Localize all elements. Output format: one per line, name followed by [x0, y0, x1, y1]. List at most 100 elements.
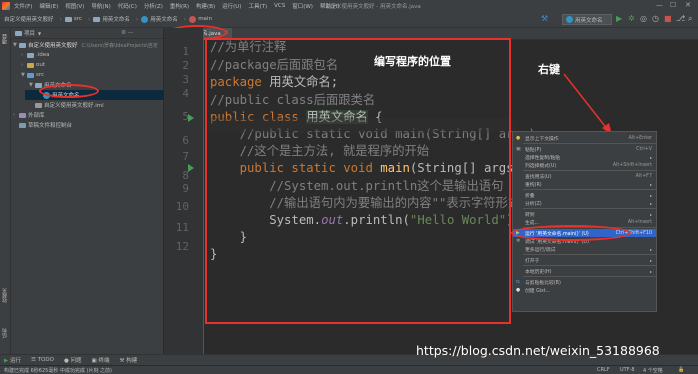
context-open-in[interactable]: 打开于 ▸ — [513, 256, 656, 264]
breadcrumb-src[interactable]: src — [64, 16, 82, 22]
menu-bar: 文件(F) 编辑(E) 视图(V) 导航(N) 代码(C) 分析(Z) 重构(R… — [0, 0, 698, 11]
left-tool-strip: 项目 结构 收藏夹 — [0, 28, 11, 354]
maximize-icon[interactable]: ☐ — [670, 1, 676, 9]
breadcrumb-package[interactable]: 用英文命名 — [93, 15, 130, 23]
project-panel: 项目 ▼ ⚙ — ▼ 自定义使用英文般好 C:\Users\罗森\IdeaPro… — [11, 28, 164, 354]
submenu-arrow-icon: ▸ — [649, 181, 652, 187]
terminal-tool-tab[interactable]: ▣ 终端 — [92, 356, 110, 364]
breadcrumb-separator-icon: › — [87, 15, 91, 23]
menu-run[interactable]: 运行(U) — [222, 2, 241, 10]
context-column-selection[interactable]: 列选择模式(U) Alt+Shift+Insert — [513, 161, 656, 169]
coverage-icon[interactable]: ◎ — [640, 14, 647, 23]
structure-tool-tab[interactable]: 结构 — [1, 328, 8, 338]
submenu-arrow-icon: ▸ — [649, 211, 652, 217]
run-gutter-icon[interactable] — [188, 164, 194, 172]
menu-refactor[interactable]: 重构(R) — [170, 2, 189, 10]
tree-item-out[interactable]: › out — [21, 60, 45, 70]
favorites-tool-tab[interactable]: 收藏夹 — [1, 288, 8, 303]
context-show-actions[interactable]: ● 显示上下文操作 Alt+Enter — [513, 134, 656, 142]
breadcrumb-project[interactable]: 自定义使用英文般好 — [4, 15, 54, 23]
menu-code[interactable]: 代码(C) — [118, 2, 137, 10]
window-title: 自定义使用英文般好 - 用英文命名.java — [325, 4, 421, 10]
context-more-run-debug[interactable]: 更多运行/调试 ▸ — [513, 245, 656, 253]
context-goto[interactable]: 转到 ▸ — [513, 210, 656, 218]
project-tool-tab[interactable]: 项目 — [1, 34, 8, 44]
run-icon[interactable]: ▶ — [616, 14, 622, 23]
todo-tool-tab[interactable]: ☰ TODO — [31, 357, 54, 363]
tree-item-src[interactable]: ▼ src — [21, 70, 44, 80]
project-icon — [15, 30, 22, 36]
tree-item-external-libraries[interactable]: › 外部库 — [13, 110, 45, 120]
menu-tools[interactable]: 工具(T) — [248, 2, 267, 10]
tree-item-idea[interactable]: › .idea — [21, 50, 50, 60]
context-create-gist[interactable]: ● 创建 Gist... — [513, 286, 656, 294]
line-number: 3 — [182, 73, 189, 86]
line-separator-indicator[interactable]: CRLF — [597, 367, 610, 373]
class-icon — [141, 15, 149, 23]
chevron-down-icon[interactable]: ▼ — [38, 31, 41, 36]
run-item-highlight-ellipse — [511, 225, 631, 241]
search-icon[interactable]: ⌕ — [688, 14, 692, 24]
method-icon — [189, 15, 197, 23]
run-tool-tab[interactable]: ▶ 运行 — [4, 356, 21, 364]
run-gutter-icon[interactable] — [188, 114, 194, 122]
minimize-icon[interactable]: — — [656, 1, 663, 9]
context-local-history[interactable]: 本地历史(H) ▸ — [513, 267, 656, 275]
menu-vcs[interactable]: VCS — [274, 3, 285, 9]
menu-separator — [523, 276, 656, 277]
indent-indicator[interactable]: 4 个空格 — [643, 367, 663, 374]
context-compare-clipboard[interactable]: ⇆ 与剪贴板比较(B) — [513, 278, 656, 286]
menu-view[interactable]: 视图(V) — [65, 2, 84, 10]
menu-edit[interactable]: 编辑(E) — [39, 2, 58, 10]
debug-icon[interactable]: ✲ — [628, 14, 635, 23]
encoding-indicator[interactable]: UTF-8 — [620, 367, 635, 373]
panel-settings-icon[interactable]: ⚙ — — [121, 30, 133, 36]
close-icon[interactable]: ✕ — [685, 1, 691, 9]
breadcrumb-class[interactable]: 用英文命名 — [141, 15, 178, 23]
context-copy-paste-special[interactable]: 选择性复制/粘贴 ▸ — [513, 153, 656, 161]
lock-icon[interactable]: 🔓 — [678, 367, 684, 373]
menu-build[interactable]: 构建(B) — [196, 2, 215, 10]
context-find-usages[interactable]: 查找用法(U) Alt+F7 — [513, 172, 656, 180]
menu-separator — [523, 143, 656, 144]
tree-item-root[interactable]: ▼ 自定义使用英文般好 C:\Users\罗森\IdeaProjects\自定 — [13, 40, 158, 50]
vcs-icon[interactable]: ⎇ — [676, 14, 685, 23]
stop-icon[interactable]: ■ — [664, 14, 672, 23]
context-analyze[interactable]: 分析(Z) ▸ — [513, 199, 656, 207]
submenu-arrow-icon: ▸ — [649, 257, 652, 263]
context-paste[interactable]: ▣ 粘贴(P) Ctrl+V — [513, 145, 656, 153]
folder-icon — [27, 52, 34, 58]
profile-icon[interactable]: ◷ — [652, 14, 659, 23]
intellij-logo-icon — [2, 1, 10, 10]
submenu-arrow-icon: ▸ — [649, 200, 652, 206]
line-number: 10 — [175, 200, 189, 213]
tree-item-scratches[interactable]: 草稿文件和控制台 — [13, 120, 72, 130]
folder-icon — [27, 62, 34, 68]
menu-window[interactable]: 窗口(W) — [292, 2, 313, 10]
project-panel-title[interactable]: 项目 — [24, 29, 35, 37]
breadcrumb-method[interactable]: main — [189, 15, 212, 23]
scratches-icon — [19, 122, 26, 128]
status-message: 构建已完成 6秒625毫秒 中成功完成 (片刻 之前) — [4, 367, 112, 374]
menu-navigate[interactable]: 导航(N) — [91, 2, 110, 10]
project-panel-header: 项目 ▼ ⚙ — — [11, 28, 163, 39]
menu-separator — [523, 208, 656, 209]
submenu-arrow-icon: ▸ — [649, 192, 652, 198]
build-tool-tab[interactable]: ⚒ 构建 — [120, 356, 138, 364]
status-bar: 构建已完成 6秒625毫秒 中成功完成 (片刻 之前) CRLF UTF-8 4… — [0, 365, 698, 374]
editor-gutter: 1 2 3 4 5 6 7 8 9 10 11 12 — [164, 28, 204, 354]
menu-analyze[interactable]: 分析(Z) — [144, 2, 163, 10]
context-refactor[interactable]: 重构(R) ▸ — [513, 180, 656, 188]
package-icon — [35, 82, 42, 88]
problems-tool-tab[interactable]: ● 问题 — [64, 356, 82, 364]
run-configuration-select[interactable]: 用英文命名 — [562, 14, 612, 25]
folder-icon — [64, 16, 72, 22]
line-number: 11 — [175, 221, 189, 234]
line-number: 1 — [182, 45, 189, 58]
build-hammer-icon[interactable]: ⚒ — [541, 14, 548, 23]
menu-file[interactable]: 文件(F) — [14, 2, 32, 10]
code-area-annotation-label: 编写程序的位置 — [374, 55, 451, 68]
menu-separator — [523, 170, 656, 171]
context-folding[interactable]: 折叠 ▸ — [513, 191, 656, 199]
tree-item-iml[interactable]: 自定义使用英文般好.iml — [29, 100, 104, 110]
